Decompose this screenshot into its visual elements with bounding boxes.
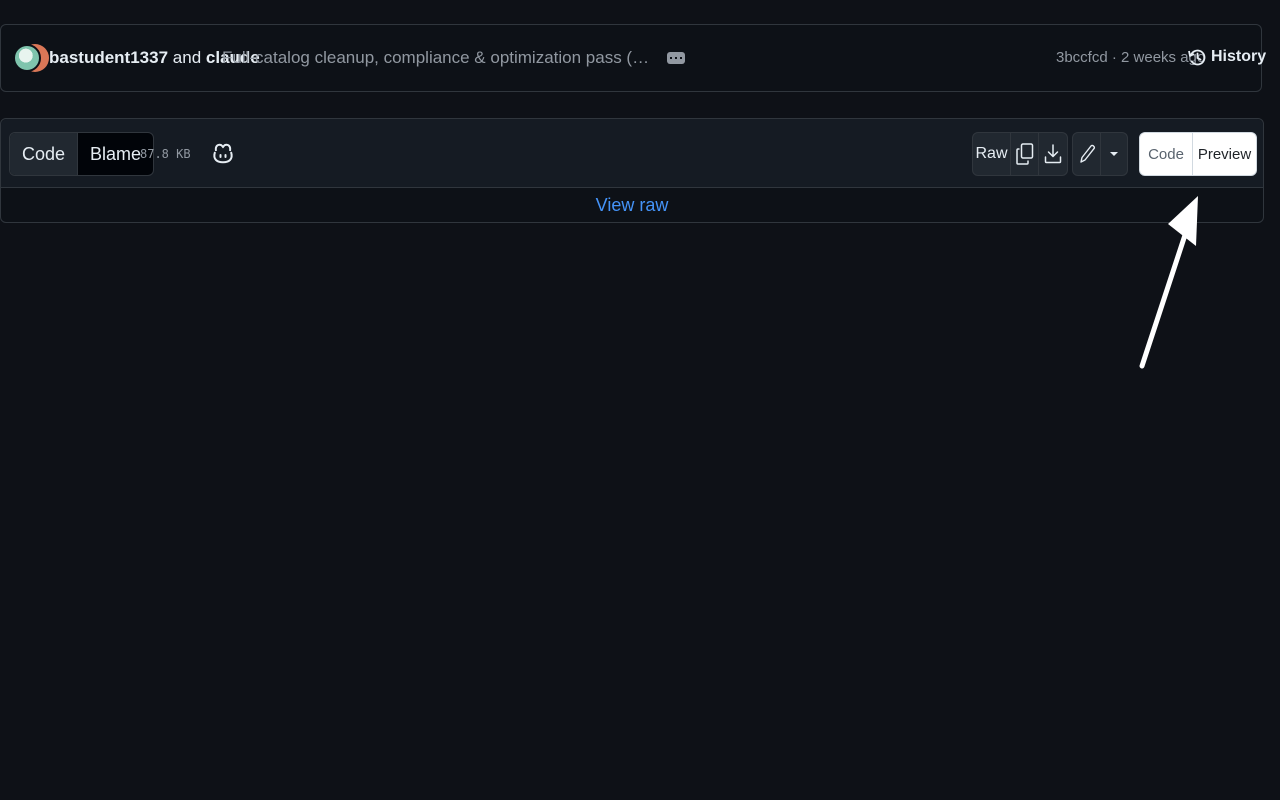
edit-actions-group <box>1072 132 1128 176</box>
latest-commit-bar: bastudent1337 and claude Full-catalog cl… <box>0 24 1266 92</box>
author-avatars[interactable] <box>13 44 49 74</box>
commit-message[interactable]: Full-catalog cleanup, compliance & optim… <box>222 48 657 68</box>
toggle-preview[interactable]: Preview <box>1192 133 1256 175</box>
file-viewer: Code Blame 87.8 KB Raw Code Preview View… <box>0 118 1264 223</box>
code-blame-toggle: Code Blame <box>9 132 155 176</box>
copilot-icon[interactable] <box>212 142 234 166</box>
file-header: Code Blame 87.8 KB Raw Code Preview <box>1 119 1263 188</box>
edit-dropdown-button[interactable] <box>1101 133 1127 175</box>
avatar[interactable] <box>13 44 41 72</box>
copy-raw-button[interactable] <box>1011 133 1039 175</box>
copy-icon <box>1015 143 1033 165</box>
download-button[interactable] <box>1039 133 1067 175</box>
arrow-annotation <box>1139 196 1198 369</box>
raw-actions-group: Raw <box>972 132 1068 176</box>
author-conjunction: and <box>172 48 202 67</box>
tab-code[interactable]: Code <box>10 133 79 175</box>
pencil-icon <box>1079 144 1095 163</box>
code-preview-toggle: Code Preview <box>1139 132 1257 176</box>
history-label: History <box>1211 48 1267 65</box>
author-link[interactable]: bastudent1337 <box>49 48 168 67</box>
kebab-horizontal-icon[interactable] <box>667 52 685 64</box>
download-icon <box>1044 144 1062 164</box>
edit-file-button[interactable] <box>1073 133 1101 175</box>
history-icon <box>1188 49 1206 66</box>
raw-button[interactable]: Raw <box>973 133 1011 175</box>
toggle-code[interactable]: Code <box>1140 133 1192 175</box>
triangle-down-icon <box>1110 152 1118 156</box>
commit-meta[interactable]: 3bccfcd · 2 weeks ago <box>1056 49 1205 66</box>
file-size: 87.8 KB <box>140 147 191 161</box>
history-button[interactable]: History <box>1187 45 1266 69</box>
view-raw-link[interactable]: View raw <box>1 195 1263 216</box>
